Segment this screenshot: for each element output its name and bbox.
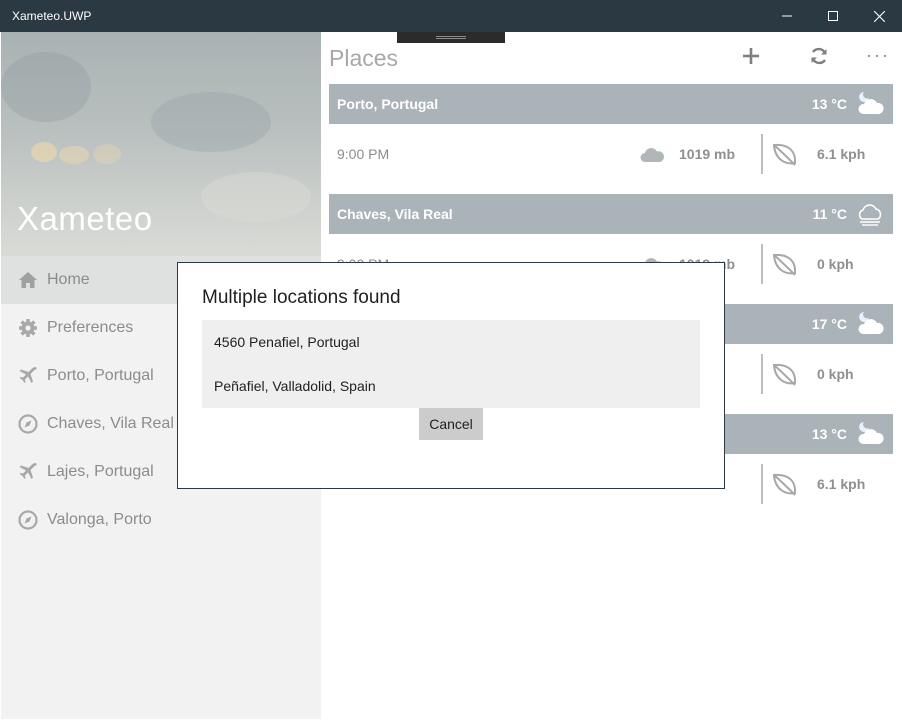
cloud-icon [640,148,664,162]
refresh-button[interactable] [803,42,835,70]
place-temperature: 13 °C [811,426,847,442]
more-icon [867,54,887,58]
minimize-icon [782,15,792,17]
minimize-button[interactable] [764,0,810,32]
divider [761,354,763,394]
window-title: Xameteo.UWP [12,9,92,23]
place-wind: 0 kph [817,366,854,382]
leaf-icon [772,473,797,496]
title-bar: Xameteo.UWP [0,0,902,32]
place-temperature: 17 °C [811,316,847,332]
place-pressure: 1019 mb [679,146,736,162]
hero-image: Xameteo [1,32,321,256]
refresh-icon [811,47,827,65]
place-city: Porto, Portugal [337,96,439,112]
location-dialog: Multiple locations found 4560 Penafiel, … [177,262,725,489]
drag-handle[interactable] [397,32,505,43]
airplane-icon [17,461,39,483]
gear-icon [17,317,39,339]
place-temperature: 13 °C [811,96,847,112]
place-wind: 0 kph [817,256,854,272]
place-time: 9:00 PM [337,146,390,162]
fog-cloud-icon [858,204,882,226]
app-brand: Xameteo [17,200,153,237]
leaf-icon [772,363,797,386]
leaf-icon [772,253,797,276]
place-wind: 6.1 kph [817,476,866,492]
moon-cloud-icon [858,312,884,334]
page-title: Places [329,45,399,71]
divider [761,464,763,504]
place-card-header: Chaves, Vila Real 11 °C [329,194,893,234]
more-button[interactable] [861,42,893,70]
divider [761,134,763,174]
maximize-button[interactable] [810,0,856,32]
leaf-icon [772,143,797,166]
location-options-list: 4560 Penafiel, Portugal Peñafiel, Vallad… [202,320,700,408]
maximize-icon [828,11,838,21]
moon-cloud-icon [858,422,884,444]
place-card[interactable]: Porto, Portugal 13 °C 9:00 PM 1019 mb 6.… [329,84,893,184]
nav-item-label: Valonga, Porto [47,511,152,528]
close-button[interactable] [856,0,902,32]
nav-item-label: Chaves, Vila Real [47,415,174,432]
compass-icon [17,509,39,531]
nav-item-label: Porto, Portugal [47,367,154,384]
divider [761,244,763,284]
place-wind: 6.1 kph [817,146,866,162]
home-icon [17,269,39,291]
location-option[interactable]: 4560 Penafiel, Portugal [202,320,700,364]
nav-item-valonga[interactable]: Valonga, Porto [1,496,321,544]
nav-item-label: Home [47,271,90,288]
add-icon [743,48,759,64]
moon-cloud-icon [858,92,884,114]
compass-icon [17,413,39,435]
close-icon [873,10,885,22]
place-card-body: 9:00 PM 1019 mb 6.1 kph [329,124,893,184]
place-city: Chaves, Vila Real [337,206,453,222]
add-place-button[interactable] [735,42,767,70]
place-card-header: Porto, Portugal 13 °C [329,84,893,124]
place-temperature: 11 °C [812,206,847,222]
nav-item-label: Preferences [47,319,134,336]
airplane-icon [17,365,39,387]
dialog-title: Multiple locations found [202,287,401,308]
cancel-button[interactable]: Cancel [419,408,483,440]
location-option[interactable]: Peñafiel, Valladolid, Spain [202,364,700,408]
nav-item-label: Lajes, Portugal [47,463,154,480]
